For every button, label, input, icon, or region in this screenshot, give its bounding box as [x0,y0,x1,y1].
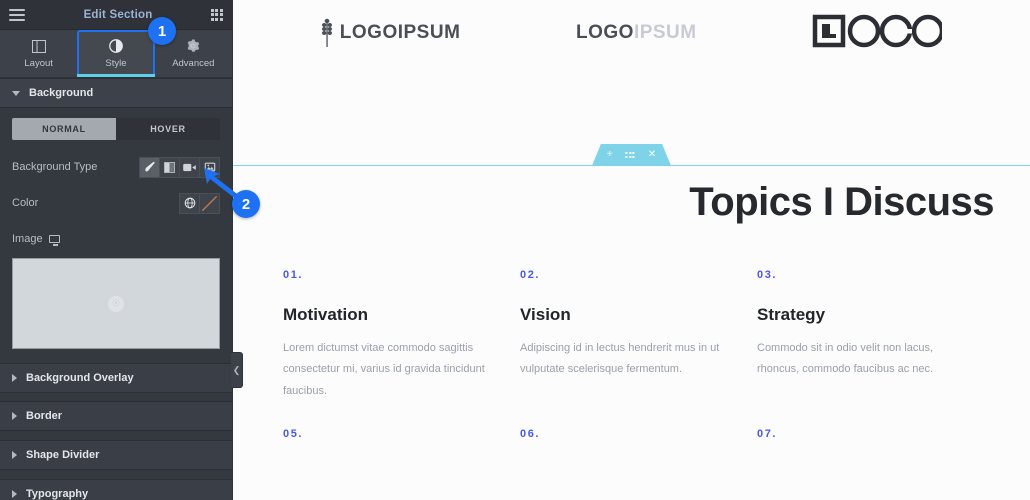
section-header-shape-divider-label: Shape Divider [26,449,100,461]
image-placeholder-box[interactable]: ☉ [12,258,220,349]
card-text: Commodo sit in odio velit non lacus, rho… [757,342,934,376]
card-title: Strategy [757,305,826,324]
card-05: 05. [283,428,520,464]
callout-badge-1: 1 [148,17,176,45]
panel-collapse-handle[interactable]: ❮ [231,352,243,388]
card-strategy: 03. Strategy Commodo sit in odio velit n… [757,269,994,402]
cards-row-1: 01. Motivation Lorem dictumst vitae comm… [233,225,1030,402]
section-header-border-label: Border [26,410,63,422]
section-header-background-overlay-label: Background Overlay [26,372,134,384]
tab-layout-label: Layout [24,57,53,69]
tab-style-label: Style [105,57,127,69]
image-row: Image [12,228,220,250]
caret-down-icon [12,90,20,96]
logoipsum-wheat: LOGOIPSUM [321,18,461,48]
tab-layout[interactable]: Layout [0,30,77,77]
hamburger-menu-icon[interactable] [9,8,25,21]
gear-icon [186,39,200,54]
section-handle-toolbar: + ✕ [592,144,671,166]
card-title: Motivation [283,305,368,324]
color-row: Color [12,192,220,214]
color-label: Color [12,197,39,209]
section-header-typography[interactable]: Typography [0,479,232,500]
caret-right-icon [12,412,17,420]
card-number: 03. [757,269,778,281]
section-header-typography-label: Typography [26,488,89,500]
logo-circles [812,14,945,53]
card-07: 07. [757,428,994,464]
image-placeholder-icon: ☉ [108,295,124,312]
section-header-shape-divider[interactable]: Shape Divider [0,440,232,470]
grid-apps-icon[interactable] [210,8,223,21]
image-label: Image [12,233,43,245]
preview-canvas: LOGOIPSUM LOGOIPSUM + ✕ Topics I Discuss… [233,0,1030,500]
chevron-left-icon: ❮ [232,364,241,375]
contrast-circle-icon [109,39,123,54]
plus-icon[interactable]: + [607,150,613,160]
section-header-background-label: Background [29,87,94,99]
card-text: Lorem dictumst vitae commodo sagittis co… [283,342,485,397]
section-header-background[interactable]: Background [0,78,232,108]
columns-icon [31,39,46,54]
tab-advanced-label: Advanced [172,57,215,69]
panel-title: Edit Section [83,8,153,21]
background-type-row: Background Type [12,156,220,178]
caret-right-icon [12,374,17,382]
close-x-icon[interactable]: ✕ [648,150,656,160]
section-header-background-overlay[interactable]: Background Overlay [0,363,232,393]
logoipsum-outline: LOGOIPSUM [576,22,697,44]
card-text: Adipiscing id in lectus hendrerit mus in… [520,342,720,376]
image-label-group: Image [12,233,60,246]
card-vision: 02. Vision Adipiscing id in lectus hendr… [520,269,757,402]
caret-right-icon [12,490,17,498]
card-title: Vision [520,305,571,324]
tab-style[interactable]: Style [77,30,155,77]
card-number: 06. [520,428,541,441]
section-header-border[interactable]: Border [0,401,232,431]
state-tab-hover[interactable]: HOVER [116,118,220,140]
wheat-icon [321,18,333,48]
state-tab-normal[interactable]: NORMAL [12,118,116,140]
card-number: 01. [283,269,304,281]
card-motivation: 01. Motivation Lorem dictumst vitae comm… [283,269,520,402]
card-number: 05. [283,428,304,441]
cards-row-2: 05. 06. 07. [233,402,1030,464]
selected-section: + ✕ Topics I Discuss 01. Motivation Lore… [233,165,1030,464]
callout-badge-2: 2 [232,190,260,218]
background-section-body: NORMAL HOVER Background Type Color Image… [0,108,232,349]
logo-bar: LOGOIPSUM LOGOIPSUM [233,0,1030,66]
card-number: 02. [520,269,541,281]
page-title: Topics I Discuss [689,180,994,224]
logoipsum-outline-text: LOGOIPSUM [575,22,697,43]
card-06: 06. [520,428,757,464]
state-tabs: NORMAL HOVER [12,118,220,140]
elementor-settings-panel: Edit Section Layout Style Advanced Backg… [0,0,243,500]
panel-topbar: Edit Section [0,0,232,30]
drag-grid-icon[interactable] [626,152,635,158]
logoipsum-wheat-text: LOGOIPSUM [339,22,461,43]
card-number: 07. [757,428,778,441]
editor-root: Edit Section Layout Style Advanced Backg… [0,0,1030,500]
monitor-icon[interactable] [48,235,60,246]
gradient-icon[interactable] [159,156,180,178]
square-circles-icon [812,14,945,53]
classic-brush-icon[interactable] [139,156,160,178]
panel-tabs: Layout Style Advanced [0,30,232,78]
background-type-label: Background Type [12,161,98,173]
caret-right-icon [12,451,17,459]
